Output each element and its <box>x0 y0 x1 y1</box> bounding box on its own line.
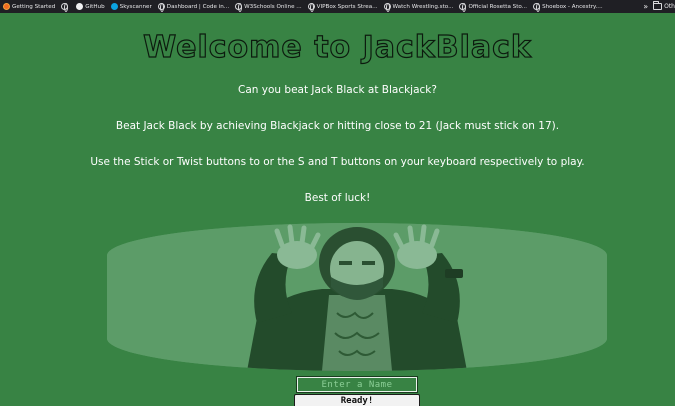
bookmark-rosetta-stone[interactable]: Official Rosetta Sto... <box>459 3 528 12</box>
bookmark-globe[interactable] <box>61 3 70 12</box>
globe-icon <box>533 3 541 12</box>
name-input[interactable] <box>296 376 418 393</box>
bookmark-label: Skyscanner <box>119 3 152 10</box>
bookmarks-overflow: » Oth <box>639 0 675 13</box>
globe-icon <box>459 3 467 12</box>
bookmark-vipbox[interactable]: VIPBox Sports Strea... <box>307 3 378 12</box>
globe-icon <box>157 3 165 12</box>
bookmark-w3schools[interactable]: W3Schools Online ... <box>235 3 302 12</box>
github-icon <box>76 3 84 10</box>
globe-icon <box>61 3 69 12</box>
intro-question: Can you beat Jack Black at Blackjack? <box>238 84 437 96</box>
globe-icon <box>307 3 315 12</box>
bookmark-label: Official Rosetta Sto... <box>468 3 528 10</box>
jack-black-photo <box>107 223 607 371</box>
bookmark-watch-wrestling[interactable]: Watch Wrestling.sto... <box>383 3 454 12</box>
globe-icon <box>383 3 391 12</box>
bookmark-label: GitHub <box>85 3 105 10</box>
bookmark-label: W3Schools Online ... <box>244 3 302 10</box>
bookmark-shoebox[interactable]: Shoebox - Ancestry.... <box>533 3 603 12</box>
rules-text: Beat Jack Black by achieving Blackjack o… <box>115 120 560 132</box>
ready-button[interactable]: Ready! <box>294 394 420 406</box>
other-bookmarks-label[interactable]: Oth <box>664 3 675 10</box>
bookmark-getting-started[interactable]: Getting Started <box>3 3 55 10</box>
skyscanner-icon <box>110 3 118 10</box>
bookmark-label: VIPBox Sports Strea... <box>316 3 378 10</box>
bookmarks-bar: Getting Started GitHub Skyscanner Dashbo… <box>0 0 675 13</box>
folder-icon[interactable] <box>653 1 663 10</box>
bookmark-label: Watch Wrestling.sto... <box>392 3 454 10</box>
bookmark-label: Getting Started <box>12 3 56 10</box>
globe-icon <box>235 3 243 12</box>
page-title: Welcome to JackBlack <box>143 29 532 65</box>
chevron-right-icon[interactable]: » <box>643 2 648 11</box>
firefox-icon <box>3 3 10 10</box>
bookmark-label: Dashboard | Code in... <box>166 3 230 10</box>
bookmark-skyscanner[interactable]: Skyscanner <box>110 3 152 10</box>
bookmark-github[interactable]: GitHub <box>76 3 105 10</box>
bookmark-dashboard[interactable]: Dashboard | Code in... <box>157 3 230 12</box>
good-luck-text: Best of luck! <box>304 192 371 204</box>
bookmark-label: Shoebox - Ancestry.... <box>542 3 603 10</box>
controls-text: Use the Stick or Twist buttons to or the… <box>90 156 585 168</box>
